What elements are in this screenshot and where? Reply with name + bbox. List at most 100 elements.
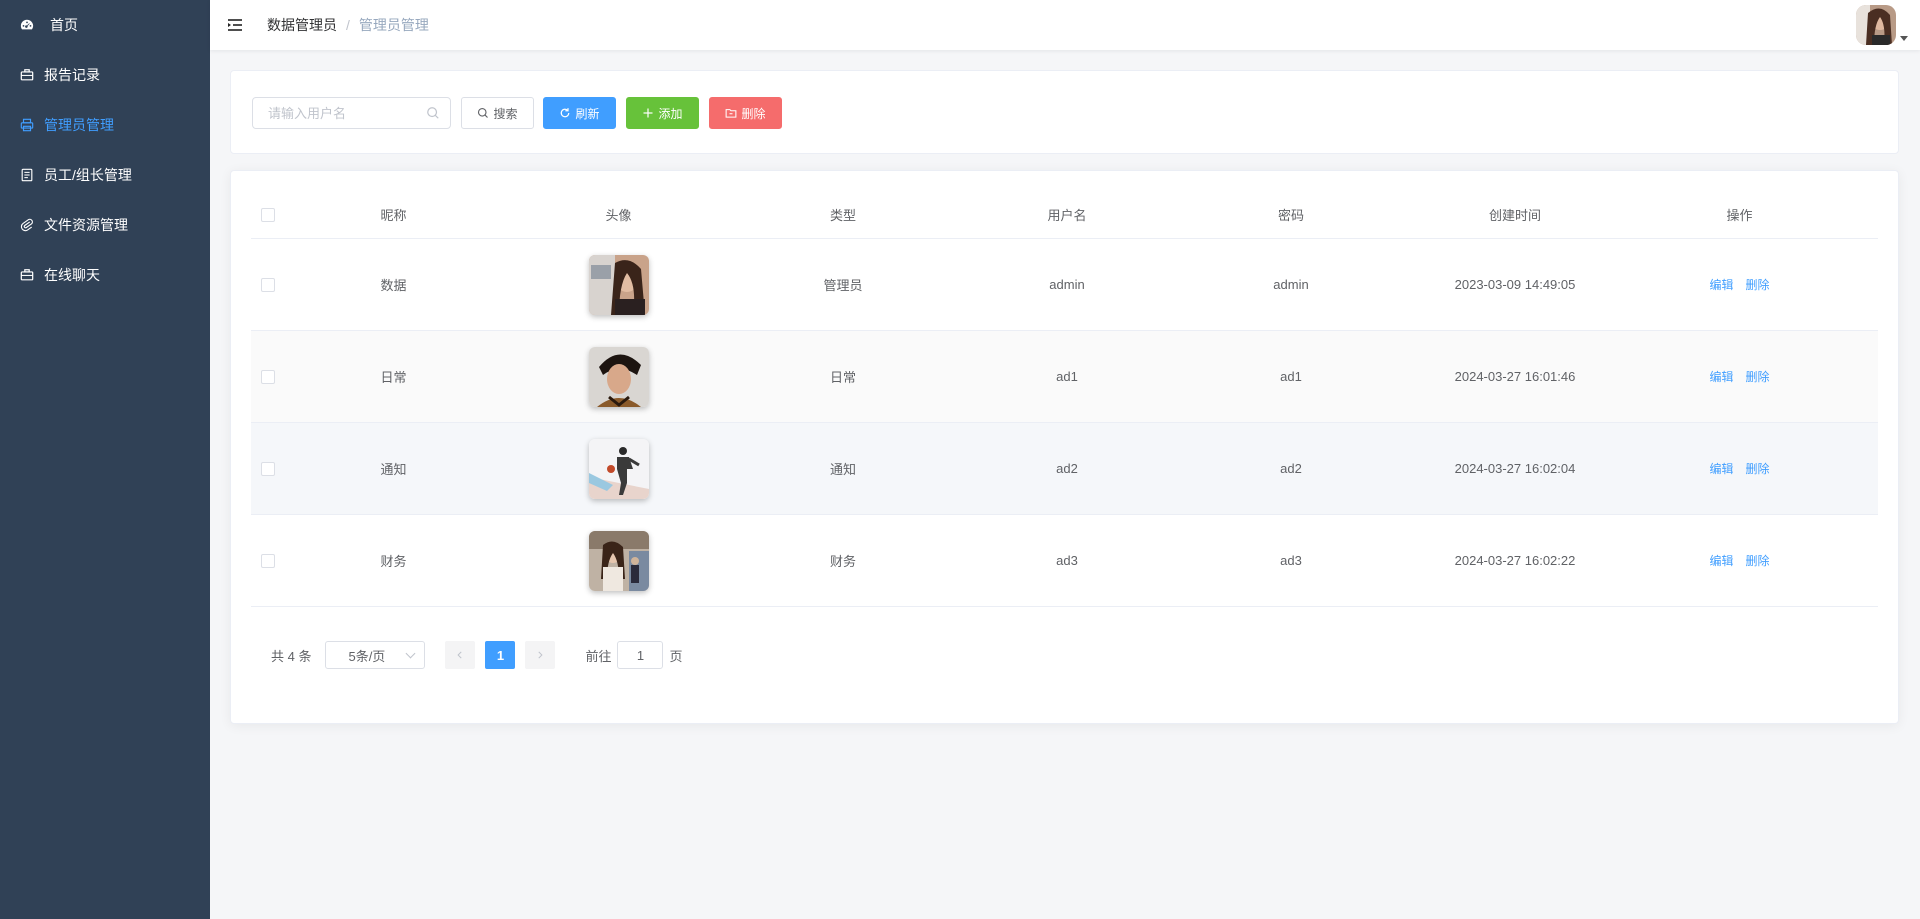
page-size-value: 5条/页 [348,648,386,664]
cell-nickname: 通知 [380,462,407,477]
pagination: 共 4 条 5条/页 1 前往 页 [271,641,683,669]
admin-table: 昵称 头像 类型 用户名 密码 创建时间 操作 数据 管理员 admin adm… [251,191,1878,607]
sidebar-item-online-chat[interactable]: 在线聊天 [0,250,210,300]
add-button-label: 添加 [658,106,683,121]
chevron-right-icon [538,651,544,659]
refresh-button[interactable]: 刷新 [543,97,616,129]
column-header-avatar: 头像 [605,208,632,223]
admin-table-card: 昵称 头像 类型 用户名 密码 创建时间 操作 数据 管理员 admin adm… [230,170,1899,724]
delete-link[interactable]: 删除 [1746,460,1770,477]
paperclip-icon [20,218,34,232]
chevron-down-icon [406,648,416,658]
sidebar-item-label: 管理员管理 [44,117,114,133]
search-icon [427,107,439,119]
cell-username: ad1 [1056,369,1078,384]
sidebar-item-label: 员工/组长管理 [44,167,132,183]
prev-page-button[interactable] [445,641,476,669]
printer-icon [20,118,34,132]
briefcase-icon [20,268,34,282]
cell-avatar [506,346,731,407]
sidebar-item-label: 在线聊天 [44,267,100,283]
cell-actions: 编辑 删除 [1627,552,1852,569]
table-header-row: 昵称 头像 类型 用户名 密码 创建时间 操作 [251,191,1878,239]
column-header-username: 用户名 [1047,208,1087,223]
user-avatar-thumbnail[interactable] [588,346,649,407]
cell-nickname: 数据 [380,278,407,293]
breadcrumb-item-current: 管理员管理 [358,17,429,33]
cell-avatar [506,254,731,315]
row-checkbox[interactable] [261,553,275,568]
chevron-left-icon [457,651,463,659]
select-all-checkbox[interactable] [261,207,275,222]
table-row[interactable]: 数据 管理员 admin admin 2023-03-09 14:49:05 编… [251,239,1878,331]
row-checkbox-cell [251,461,281,476]
sidebar-item-label: 报告记录 [44,67,100,83]
briefcase-icon [20,68,34,82]
sidebar-item-staff-management[interactable]: 员工/组长管理 [0,150,210,200]
user-avatar-thumbnail[interactable] [588,530,649,591]
row-checkbox-cell [251,277,281,292]
search-button[interactable]: 搜索 [461,97,534,129]
page-number-current[interactable]: 1 [485,641,516,669]
search-input[interactable] [268,98,428,128]
sidebar-item-label: 首页 [50,17,78,33]
cell-actions: 编辑 删除 [1627,460,1852,477]
avatar[interactable] [1856,5,1896,45]
edit-link[interactable]: 编辑 [1709,368,1733,385]
user-avatar-thumbnail[interactable] [588,254,649,315]
delete-folder-icon [726,109,737,118]
cell-type: 财务 [829,554,856,569]
cell-actions: 编辑 删除 [1627,276,1852,293]
delete-link[interactable]: 删除 [1746,552,1770,569]
search-toolbar: 搜索 刷新 添加 删除 [230,70,1899,154]
row-checkbox-cell [251,553,281,568]
cell-password: ad1 [1280,369,1302,384]
sidebar-item-label: 文件资源管理 [44,217,128,233]
delete-button-label: 删除 [741,106,766,121]
pagination-total: 共 4 条 [271,648,312,664]
plus-icon [643,108,653,118]
delete-link[interactable]: 删除 [1746,276,1770,293]
column-header-actions: 操作 [1726,208,1753,223]
caret-down-icon [1900,36,1908,41]
column-header-type: 类型 [829,208,856,223]
edit-link[interactable]: 编辑 [1709,276,1733,293]
edit-link[interactable]: 编辑 [1709,460,1733,477]
cell-created-time: 2024-03-27 16:01:46 [1454,369,1576,384]
table-row[interactable]: 日常 日常 ad1 ad1 2024-03-27 16:01:46 编辑 删除 [251,331,1878,423]
delete-link[interactable]: 删除 [1746,368,1770,385]
column-header-password: 密码 [1277,208,1304,223]
breadcrumb-item-root[interactable]: 数据管理员 [267,15,337,35]
cell-type: 管理员 [823,278,863,293]
next-page-button[interactable] [525,641,556,669]
cell-type: 日常 [829,370,856,385]
column-header-nickname: 昵称 [380,208,407,223]
row-checkbox[interactable] [261,277,275,292]
row-checkbox[interactable] [261,461,275,476]
sidebar-item-reports[interactable]: 报告记录 [0,50,210,100]
add-button[interactable]: 添加 [626,97,699,129]
sidebar-item-admin-management[interactable]: 管理员管理 [0,100,210,150]
goto-suffix: 页 [669,648,683,664]
sidebar-item-home[interactable]: 首页 [0,0,210,50]
refresh-button-label: 刷新 [575,106,600,121]
table-row[interactable]: 通知 通知 ad2 ad2 2024-03-27 16:02:04 编辑 删除 [251,423,1878,515]
cell-avatar [506,438,731,499]
hamburger-icon[interactable] [227,17,243,33]
cell-actions: 编辑 删除 [1627,368,1852,385]
user-avatar-thumbnail[interactable] [588,438,649,499]
breadcrumb: 数据管理员 / 管理员管理 [267,15,429,35]
page-size-select[interactable]: 5条/页 [325,641,426,669]
row-checkbox[interactable] [261,369,275,384]
search-input-wrapper [252,97,451,129]
cell-created-time: 2024-03-27 16:02:04 [1454,461,1576,476]
user-menu[interactable] [1856,5,1908,45]
goto-prefix: 前往 [585,648,612,664]
goto-page: 前往 页 [585,641,683,669]
sidebar-item-file-management[interactable]: 文件资源管理 [0,200,210,250]
table-row[interactable]: 财务 财务 ad3 ad3 2024-03-27 16:02:22 编辑 删除 [251,515,1878,607]
edit-link[interactable]: 编辑 [1709,552,1733,569]
goto-page-input[interactable] [617,641,664,669]
delete-button[interactable]: 删除 [709,97,782,129]
cell-password: admin [1273,277,1309,292]
